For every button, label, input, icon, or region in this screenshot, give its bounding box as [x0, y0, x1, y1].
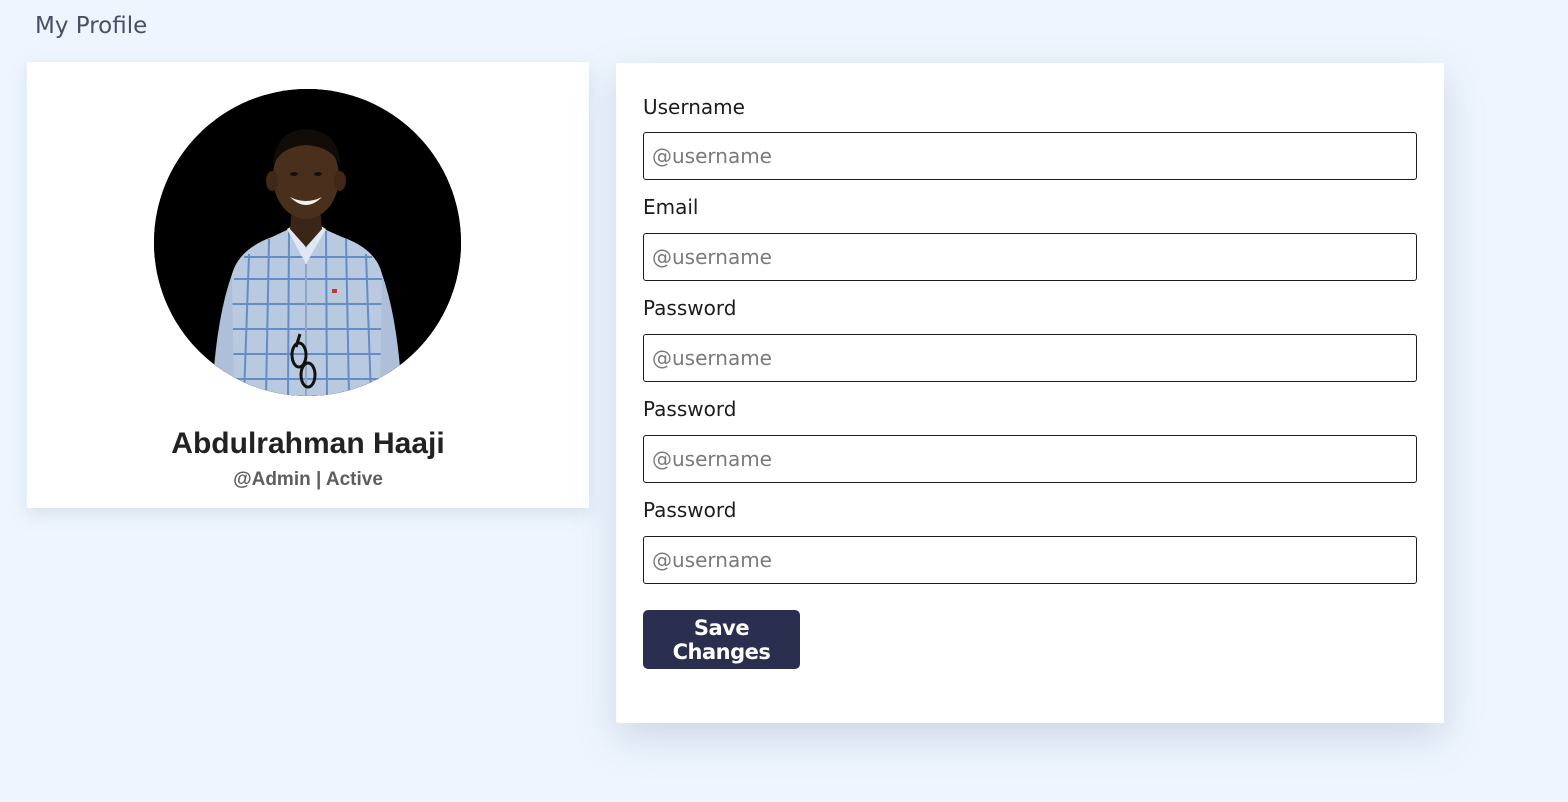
password-label-2: Password — [643, 397, 737, 421]
password-input[interactable] — [643, 334, 1417, 382]
user-photo-icon — [154, 89, 461, 396]
email-input[interactable] — [643, 233, 1417, 281]
profile-form: Username Email Password Password Passwor… — [616, 63, 1444, 723]
profile-name: Abdulrahman Haaji — [171, 427, 445, 460]
username-label: Username — [643, 95, 745, 119]
save-changes-button[interactable]: Save Changes — [643, 610, 800, 669]
password-label-3: Password — [643, 498, 737, 522]
email-label: Email — [643, 195, 699, 219]
page-title: My Profile — [35, 13, 148, 39]
profile-card: Abdulrahman Haaji @Admin | Active — [27, 62, 589, 508]
profile-role-status: @Admin | Active — [233, 469, 383, 490]
password-input-3[interactable] — [643, 536, 1417, 584]
avatar — [154, 89, 461, 396]
password-label: Password — [643, 296, 737, 320]
password-input-2[interactable] — [643, 435, 1417, 483]
username-input[interactable] — [643, 132, 1417, 180]
